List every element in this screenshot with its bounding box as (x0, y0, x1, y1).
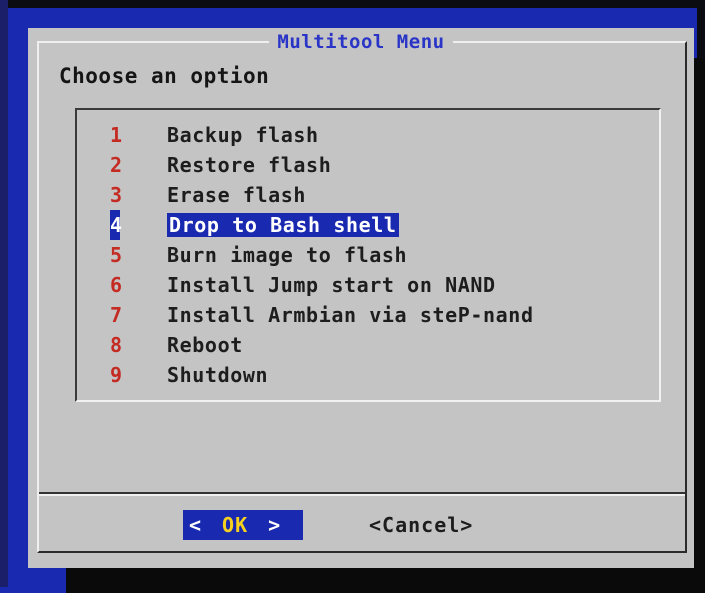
ok-left-bracket: < (189, 513, 203, 537)
ok-button-label: OK (222, 513, 249, 537)
menu-item-label: Erase flash (167, 183, 307, 207)
multitool-dialog: Multitool Menu Choose an option 1 Backup … (28, 28, 694, 568)
menu-item-erase-flash[interactable]: 3 Erase flash (110, 180, 534, 210)
menu-item-label: Install Armbian via steP-nand (167, 303, 534, 327)
ok-button[interactable]: < OK > (183, 510, 303, 540)
menu-item-reboot[interactable]: 8 Reboot (110, 330, 534, 360)
menu-item-label: Shutdown (167, 363, 269, 387)
menu-item-hotkey: 5 (110, 243, 123, 267)
cancel-button[interactable]: <Cancel> (369, 510, 473, 540)
menu-item-label: Restore flash (167, 153, 332, 177)
button-separator (39, 492, 685, 496)
menu-item-hotkey: 9 (110, 363, 123, 387)
menu-item-label: Drop to Bash shell (167, 213, 399, 237)
menu-item-drop-to-bash-shell[interactable]: 4 Drop to Bash shell (110, 210, 534, 240)
menu-item-hotkey: 2 (110, 153, 123, 177)
menu-item-hotkey: 6 (110, 273, 123, 297)
menu-item-backup-flash[interactable]: 1 Backup flash (110, 120, 534, 150)
menu-item-hotkey: 8 (110, 333, 123, 357)
menu-item-install-armbian[interactable]: 7 Install Armbian via steP-nand (110, 300, 534, 330)
menu-item-burn-image[interactable]: 5 Burn image to flash (110, 240, 534, 270)
screen-frame-left (0, 0, 8, 587)
menu-item-label: Reboot (167, 333, 243, 357)
menu-item-install-jump-start[interactable]: 6 Install Jump start on NAND (110, 270, 534, 300)
menu-item-label: Install Jump start on NAND (167, 273, 496, 297)
menu-list: 1 Backup flash 2 Restore flash 3 Erase flas… (110, 120, 534, 390)
menu-item-hotkey: 4 (110, 210, 122, 240)
menu-item-label: Backup flash (167, 123, 319, 147)
menu-item-shutdown[interactable]: 9 Shutdown (110, 360, 534, 390)
dialog-title-text: Multitool Menu (269, 31, 453, 53)
menu-item-hotkey: 7 (110, 303, 123, 327)
menu-item-hotkey: 3 (110, 183, 123, 207)
dialog-prompt: Choose an option (59, 64, 270, 88)
ok-right-bracket: > (268, 513, 282, 537)
dialog-title: Multitool Menu (28, 31, 694, 53)
menu-item-restore-flash[interactable]: 2 Restore flash (110, 150, 534, 180)
screen-frame-top (0, 0, 705, 8)
menu-item-label: Burn image to flash (167, 243, 408, 267)
menu-item-hotkey: 1 (110, 123, 123, 147)
